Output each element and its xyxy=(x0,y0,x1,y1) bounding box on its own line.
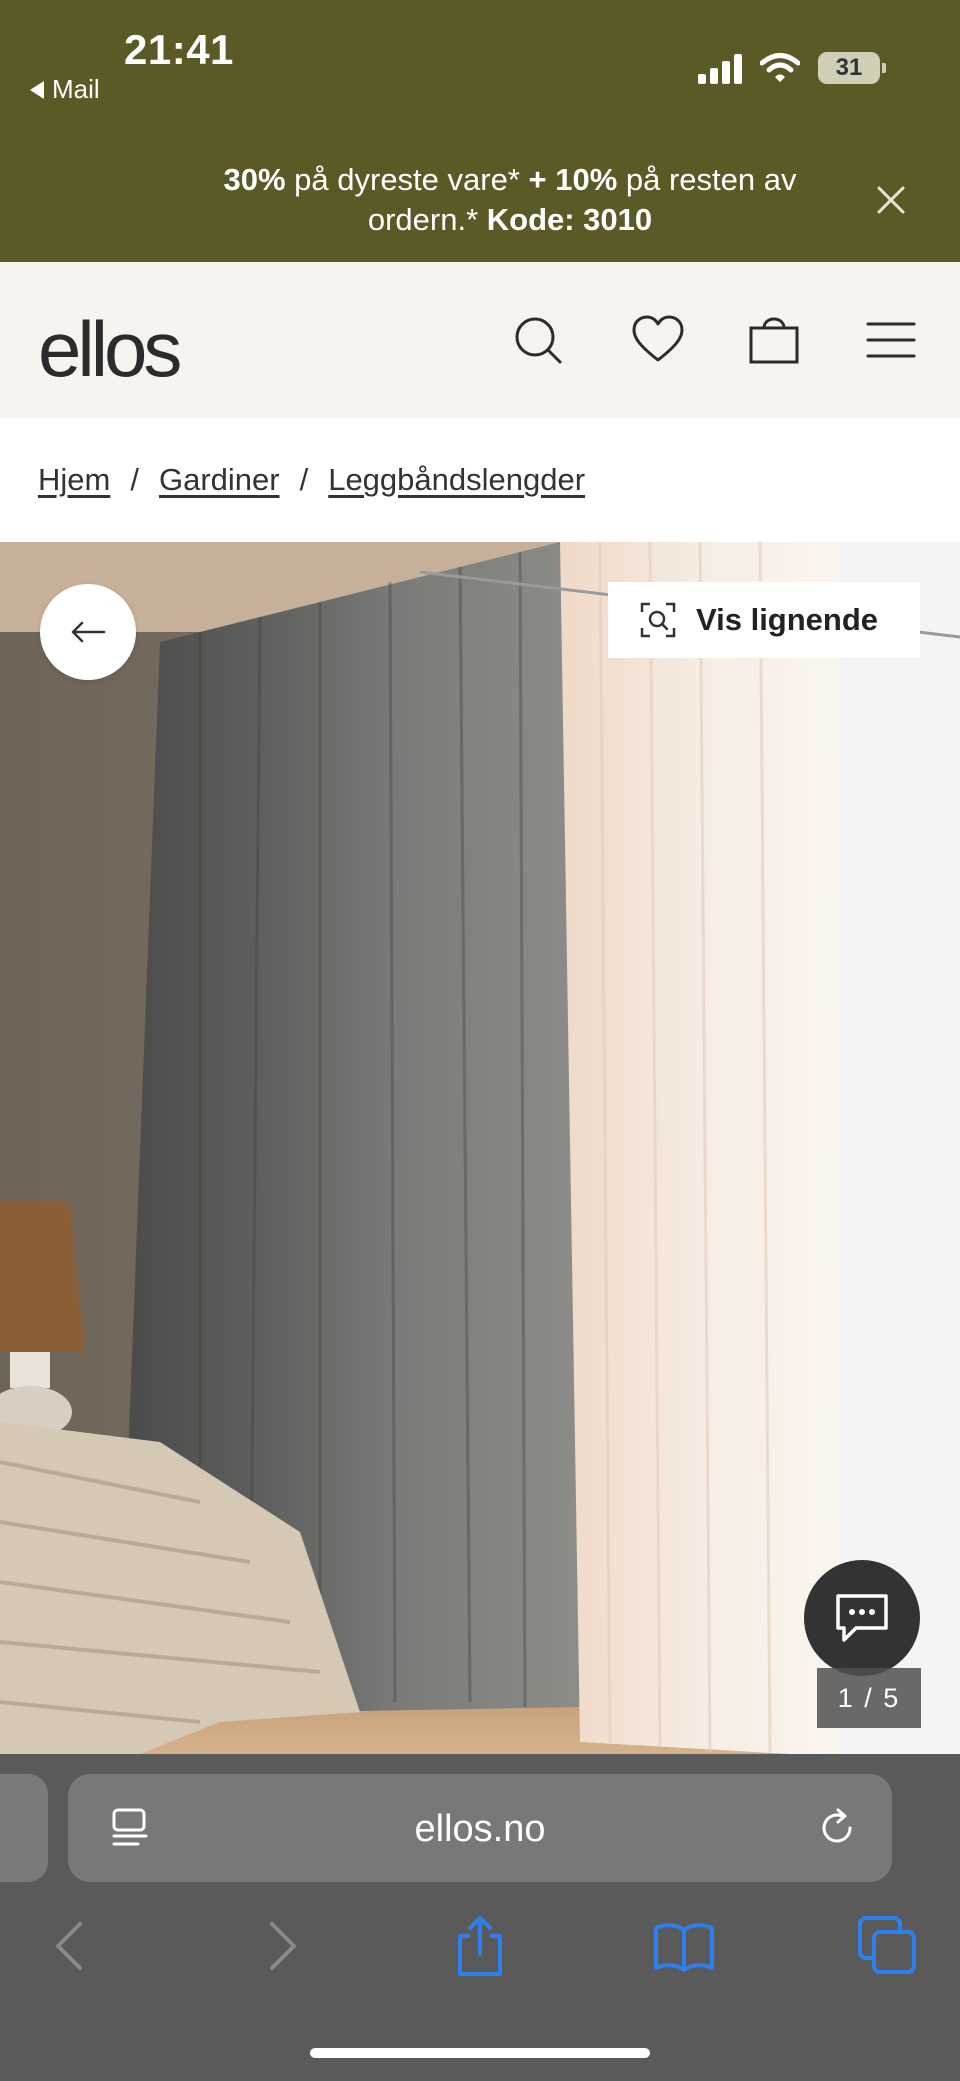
back-triangle-icon xyxy=(30,80,44,99)
ellos-logo[interactable]: ellos xyxy=(38,304,182,395)
image-back-button[interactable] xyxy=(40,584,136,680)
breadcrumb-separator: / xyxy=(299,462,309,497)
browser-toolbar: ellos.no xyxy=(0,1754,960,2081)
url-text: ellos.no xyxy=(414,1808,546,1850)
similar-products-button[interactable]: Vis lignende xyxy=(608,582,920,658)
cellular-signal-icon xyxy=(698,52,742,84)
close-icon[interactable] xyxy=(873,182,909,218)
similar-products-label: Vis lignende xyxy=(696,602,879,637)
visual-search-icon xyxy=(640,602,676,638)
breadcrumb-home-link[interactable]: Hjem xyxy=(38,462,110,498)
promo-banner: 21:41 Mail 31 30% på dyreste vare* + 10%… xyxy=(0,0,960,262)
battery-icon: 31 xyxy=(818,52,886,84)
back-app-label: Mail xyxy=(52,74,100,104)
home-indicator[interactable] xyxy=(310,2048,650,2058)
bag-icon[interactable] xyxy=(746,312,802,368)
status-time: 21:41 xyxy=(124,26,234,73)
tabs-icon[interactable] xyxy=(856,1914,920,1978)
arrow-left-icon xyxy=(71,621,106,643)
previous-tab-preview[interactable] xyxy=(0,1774,48,1882)
image-counter: 1 / 5 xyxy=(817,1668,921,1728)
breadcrumb-gardiner-link[interactable]: Gardiner xyxy=(159,462,280,498)
chat-button[interactable] xyxy=(804,1560,920,1676)
back-to-mail-link[interactable]: Mail xyxy=(30,74,100,105)
wifi-icon xyxy=(760,53,800,82)
breadcrumb-separator: / xyxy=(130,462,139,497)
address-bar[interactable]: ellos.no xyxy=(68,1774,892,1882)
product-photo-curtains xyxy=(0,542,960,1754)
back-arrow-icon[interactable] xyxy=(40,1914,104,1978)
status-indicators: 31 xyxy=(698,52,886,84)
site-header: ellos xyxy=(0,262,960,418)
breadcrumb-leggbandslengder-link[interactable]: Leggbåndslengder xyxy=(328,462,585,498)
share-icon[interactable] xyxy=(448,1914,512,1978)
forward-arrow-icon[interactable] xyxy=(248,1914,312,1978)
breadcrumb: Hjem / Gardiner / Leggbåndslengder xyxy=(38,462,585,498)
menu-icon[interactable] xyxy=(864,312,920,368)
reload-icon[interactable] xyxy=(816,1806,860,1850)
heart-icon[interactable] xyxy=(630,312,686,368)
promo-text: 30% på dyreste vare* + 10% på resten av … xyxy=(223,162,797,237)
bookmarks-icon[interactable] xyxy=(652,1914,716,1978)
search-icon[interactable] xyxy=(510,312,566,368)
product-image-carousel[interactable]: Vis lignende 1 / 5 xyxy=(0,542,960,1754)
chat-bubble-icon xyxy=(836,1594,888,1642)
